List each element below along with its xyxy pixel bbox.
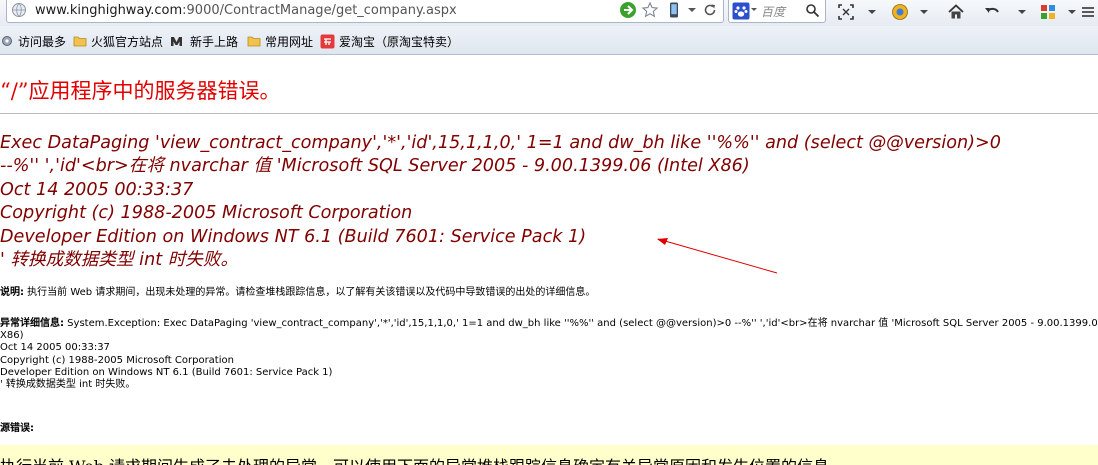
undo-icon[interactable]	[982, 2, 1002, 22]
source-error-box: 执行当前 Web 请求期间生成了未处理的异常。可以使用下面的异常堆栈跟踪信息确定…	[0, 445, 1098, 465]
menu-icon[interactable]	[1078, 2, 1098, 22]
bookmark-label: 访问最多	[18, 34, 67, 49]
error-message-line: Copyright (c) 1988-2005 Microsoft Corpor…	[0, 203, 413, 224]
description: 说明: 执行当前 Web 请求期间，出现未处理的异常。请检查堆栈跟踪信息，以了解…	[0, 287, 595, 299]
bookmark-label: 爱淘宝（原淘宝特卖）	[339, 34, 460, 49]
screenshot-icon[interactable]	[836, 2, 856, 22]
home-icon[interactable]	[946, 2, 966, 22]
go-icon[interactable]	[619, 1, 637, 19]
bookmark-firefox-official[interactable]: 火狐官方站点	[73, 32, 163, 50]
exception-line: Copyright (c) 1988-2005 Microsoft Corpor…	[0, 354, 234, 366]
bookmark-label: 常用网址	[265, 34, 314, 49]
exception-line: X86)	[0, 330, 24, 342]
dropdown-arrow-icon[interactable]	[862, 2, 882, 22]
app-grid-icon[interactable]	[1038, 2, 1058, 22]
source-error-text: 执行当前 Web 请求期间生成了未处理的异常。可以使用下面的异常堆栈跟踪信息确定…	[0, 453, 845, 465]
bookmark-label: 火狐官方站点	[91, 34, 164, 49]
reload-icon[interactable]	[701, 1, 719, 19]
url-path: :9000/ContractManage/get_company.aspx	[182, 3, 457, 18]
error-message-line: Developer Edition on Windows NT 6.1 (Bui…	[0, 226, 587, 247]
bookmarks-toolbar: 访问最多 火狐官方站点 新手上路 常用网址 爱淘宝（原淘宝特卖）	[0, 26, 1098, 55]
description-label: 说明:	[0, 287, 24, 298]
divider	[0, 113, 1098, 114]
bookmark-label: 新手上路	[190, 34, 239, 49]
taobao-icon	[320, 34, 335, 48]
page-title: “/”应用程序中的服务器错误。	[0, 79, 281, 103]
exception-line: ' 转换成数据类型 int 时失败。	[0, 379, 136, 391]
search-input[interactable]: 百度	[761, 3, 785, 20]
search-engine-dropdown-icon[interactable]	[750, 6, 758, 14]
error-page: “/”应用程序中的服务器错误。 Exec DataPaging 'view_co…	[0, 55, 1098, 465]
exception-label: 异常详细信息:	[0, 318, 64, 329]
baidu-paw-icon	[732, 2, 750, 20]
search-icon[interactable]	[805, 3, 820, 18]
error-message: Exec DataPaging 'view_contract_company',…	[0, 132, 1001, 272]
url-host: www.kinghighway.com	[35, 3, 183, 18]
dropdown-arrow-icon[interactable]	[1012, 2, 1032, 22]
error-message-line: --%'' ','id'<br>在将 nvarchar 值 'Microsoft…	[0, 156, 750, 177]
search-box[interactable]: 百度	[728, 0, 826, 23]
addon-icon[interactable]	[890, 2, 910, 22]
exception-details: 异常详细信息: System.Exception: Exec DataPagin…	[0, 318, 1098, 391]
error-message-line: ' 转换成数据类型 int 时失败。	[0, 250, 239, 271]
exception-line: Developer Edition on Windows NT 6.1 (Bui…	[0, 366, 333, 378]
error-message-line: Exec DataPaging 'view_contract_company',…	[0, 133, 1001, 153]
mobile-icon[interactable]	[665, 1, 683, 19]
gear-icon	[2, 36, 12, 46]
dropdown-arrow-icon[interactable]	[914, 2, 934, 22]
folder-icon	[73, 36, 87, 47]
mozilla-m-icon	[171, 37, 182, 46]
navigation-toolbar: www.kinghighway.com:9000/ContractManage/…	[0, 0, 1098, 26]
globe-icon	[12, 3, 26, 17]
dropdown-arrow-icon[interactable]	[683, 1, 701, 19]
address-bar[interactable]: www.kinghighway.com:9000/ContractManage/…	[6, 0, 724, 23]
bookmark-ai-taobao[interactable]: 爱淘宝（原淘宝特卖）	[320, 32, 459, 50]
exception-line: Oct 14 2005 00:33:37	[0, 342, 110, 354]
source-error-heading: 源错误:	[0, 423, 34, 435]
star-icon[interactable]	[641, 1, 659, 19]
red-arrow-annotation	[657, 238, 778, 274]
description-text: 执行当前 Web 请求期间，出现未处理的异常。请检查堆栈跟踪信息，以了解有关该错…	[24, 287, 596, 298]
bookmark-getting-started[interactable]: 新手上路	[170, 32, 238, 50]
bookmark-most-visited[interactable]: 访问最多	[0, 32, 66, 50]
bookmark-common-sites[interactable]: 常用网址	[247, 32, 313, 50]
error-message-line: Oct 14 2005 00:33:37	[0, 179, 194, 200]
url-text[interactable]: www.kinghighway.com:9000/ContractManage/…	[35, 3, 457, 18]
exception-line: System.Exception: Exec DataPaging 'view_…	[64, 318, 1098, 329]
source-error-label: 源错误:	[0, 423, 34, 434]
folder-icon	[247, 36, 261, 47]
